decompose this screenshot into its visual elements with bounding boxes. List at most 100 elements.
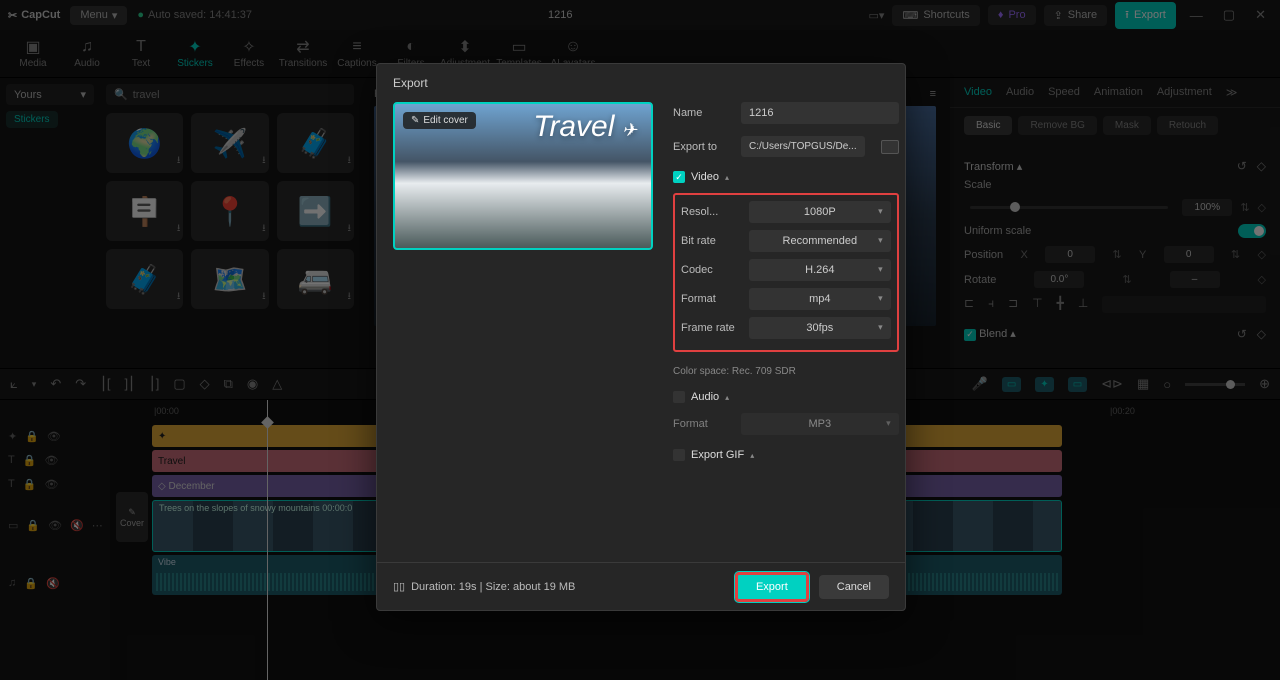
transform-header[interactable]: Transform ▴ bbox=[964, 160, 1022, 173]
download-icon[interactable]: ⭳ bbox=[262, 153, 266, 170]
redo-icon[interactable]: ↷ bbox=[75, 376, 86, 392]
lock-icon[interactable]: 🔒 bbox=[23, 454, 37, 467]
edit-cover-button[interactable]: ✎Edit cover bbox=[403, 112, 476, 129]
menu-icon[interactable]: ≡ bbox=[930, 88, 936, 100]
audio-section-header[interactable]: Audio ▴ bbox=[673, 391, 899, 403]
align-top-icon[interactable]: ⊤ bbox=[1032, 296, 1042, 313]
blend-header[interactable]: ✓ Blend ▴ bbox=[964, 327, 1016, 341]
name-input[interactable]: 1216 bbox=[741, 102, 899, 124]
rotate-input[interactable]: 0.0° bbox=[1034, 271, 1084, 288]
format-select[interactable]: mp4 bbox=[749, 288, 891, 310]
mute-icon[interactable]: 🔇 bbox=[46, 577, 60, 590]
tool-text[interactable]: TText bbox=[118, 38, 164, 69]
reset-icon[interactable]: ↺ bbox=[1237, 327, 1247, 341]
download-icon[interactable]: ⭳ bbox=[348, 153, 352, 170]
lock-icon[interactable]: 🔒 bbox=[23, 478, 37, 491]
download-icon[interactable]: ⭳ bbox=[177, 153, 181, 170]
align-right-icon[interactable]: ⊐ bbox=[1008, 296, 1018, 313]
keyframe-icon[interactable]: ◇ bbox=[1257, 248, 1265, 261]
playhead[interactable] bbox=[267, 400, 268, 680]
fx-icon[interactable]: ✦ bbox=[8, 430, 17, 443]
trim-left-icon[interactable]: ]⎮ bbox=[125, 376, 135, 392]
text-icon[interactable]: T bbox=[8, 454, 15, 466]
search-input[interactable]: 🔍travel bbox=[106, 84, 354, 105]
lock-icon[interactable]: 🔒 bbox=[24, 577, 38, 590]
zoom-in-icon[interactable]: ⊕ bbox=[1259, 376, 1270, 392]
chevron-down-icon[interactable]: ▾ bbox=[32, 379, 37, 390]
gif-section-header[interactable]: Export GIF ▴ bbox=[673, 449, 899, 461]
tab-adjustment[interactable]: Adjustment bbox=[1157, 86, 1212, 99]
checkbox-icon[interactable] bbox=[673, 391, 685, 403]
cancel-button[interactable]: Cancel bbox=[819, 575, 889, 599]
shortcuts-button[interactable]: ⌨Shortcuts bbox=[892, 5, 979, 26]
sticker-item[interactable]: ✈️⭳ bbox=[191, 113, 268, 173]
tool-stickers[interactable]: ✦Stickers bbox=[172, 38, 218, 69]
sticker-item[interactable]: 🚐⭳ bbox=[277, 249, 354, 309]
chip-3[interactable]: ▭ bbox=[1068, 377, 1087, 392]
sticker-item[interactable]: 🌍⭳ bbox=[106, 113, 183, 173]
eye-icon[interactable]: 👁 bbox=[48, 519, 62, 532]
align-bot-icon[interactable]: ⊥ bbox=[1078, 296, 1088, 313]
text-icon[interactable]: T bbox=[8, 478, 15, 490]
checkbox-icon[interactable]: ✓ bbox=[673, 171, 685, 183]
chip-2[interactable]: ✦ bbox=[1035, 377, 1053, 392]
rec-icon[interactable]: ◉ bbox=[247, 376, 258, 392]
tool-media[interactable]: ▣Media bbox=[10, 38, 56, 69]
mic-icon[interactable]: 🎤 bbox=[972, 376, 988, 392]
pointer-icon[interactable]: ⟀ bbox=[10, 376, 18, 392]
split-icon[interactable]: ⎮[ bbox=[100, 376, 110, 392]
aspect-icon[interactable]: ▭▾ bbox=[869, 9, 885, 22]
bitrate-select[interactable]: Recommended bbox=[749, 230, 891, 252]
resolution-select[interactable]: 1080P bbox=[749, 201, 891, 223]
pos-y-input[interactable]: 0 bbox=[1164, 246, 1214, 263]
subtab-mask[interactable]: Mask bbox=[1103, 116, 1151, 135]
download-icon[interactable]: ⭳ bbox=[348, 289, 352, 306]
keyframe-icon[interactable]: ◇ bbox=[1257, 327, 1266, 341]
blend-check-icon[interactable]: ✓ bbox=[964, 329, 976, 341]
export-path-input[interactable]: C:/Users/TOPGUS/De... bbox=[741, 136, 865, 157]
sticker-item[interactable]: 🧳⭳ bbox=[277, 113, 354, 173]
uniform-toggle[interactable] bbox=[1238, 224, 1266, 238]
video-section-header[interactable]: ✓Video ▴ bbox=[673, 171, 899, 183]
keyframe-icon[interactable]: ◇ bbox=[1258, 201, 1266, 214]
stickers-category[interactable]: Stickers bbox=[6, 111, 58, 128]
share-button[interactable]: ⇪Share bbox=[1044, 5, 1108, 26]
eye-icon[interactable]: 👁 bbox=[44, 454, 58, 467]
minimize-button[interactable]: — bbox=[1184, 8, 1209, 23]
tool-captions[interactable]: ≡Captions bbox=[334, 38, 380, 69]
tab-video[interactable]: Video bbox=[964, 86, 992, 99]
yours-dropdown[interactable]: Yours▾ bbox=[6, 84, 94, 105]
download-icon[interactable]: ⭳ bbox=[262, 289, 266, 306]
warn-icon[interactable]: △ bbox=[272, 376, 282, 392]
subtab-removebg[interactable]: Remove BG bbox=[1018, 116, 1096, 135]
reset-icon[interactable]: ↺ bbox=[1237, 159, 1247, 173]
keyframe-icon[interactable]: ◇ bbox=[1258, 273, 1266, 286]
sticker-item[interactable]: 🧳⭳ bbox=[106, 249, 183, 309]
download-icon[interactable]: ⭳ bbox=[177, 289, 181, 306]
align-extra[interactable] bbox=[1102, 296, 1266, 313]
keyframe-icon[interactable]: ◇ bbox=[1257, 159, 1266, 173]
subtab-retouch[interactable]: Retouch bbox=[1157, 116, 1218, 135]
rotate-extra[interactable]: – bbox=[1170, 271, 1220, 288]
export-confirm-button[interactable]: Export bbox=[735, 572, 809, 602]
audio-icon[interactable]: ♫ bbox=[8, 577, 16, 589]
folder-icon[interactable] bbox=[881, 140, 899, 154]
tabs-more-icon[interactable]: ≫ bbox=[1226, 86, 1238, 99]
tool-effects[interactable]: ✧Effects bbox=[226, 38, 272, 69]
mark-icon[interactable]: ◇ bbox=[200, 376, 210, 392]
layout-icon[interactable]: ▦ bbox=[1137, 376, 1149, 392]
align-left-icon[interactable]: ⊏ bbox=[964, 296, 974, 313]
chip-1[interactable]: ▭ bbox=[1002, 377, 1021, 392]
maximize-button[interactable]: ▢ bbox=[1217, 7, 1241, 23]
pro-badge[interactable]: ♦Pro bbox=[988, 5, 1036, 25]
delete-icon[interactable]: ▢ bbox=[173, 376, 185, 392]
checkbox-icon[interactable] bbox=[673, 449, 685, 461]
framerate-select[interactable]: 30fps bbox=[749, 317, 891, 339]
pos-x-input[interactable]: 0 bbox=[1045, 246, 1095, 263]
eye-icon[interactable]: 👁 bbox=[44, 478, 58, 491]
cover-button[interactable]: ✎Cover bbox=[116, 492, 148, 542]
tool-transitions[interactable]: ⇄Transitions bbox=[280, 38, 326, 69]
audio-format-select[interactable]: MP3 bbox=[741, 413, 899, 435]
download-icon[interactable]: ⭳ bbox=[348, 221, 352, 238]
align-mid-icon[interactable]: ╋ bbox=[1057, 296, 1064, 313]
